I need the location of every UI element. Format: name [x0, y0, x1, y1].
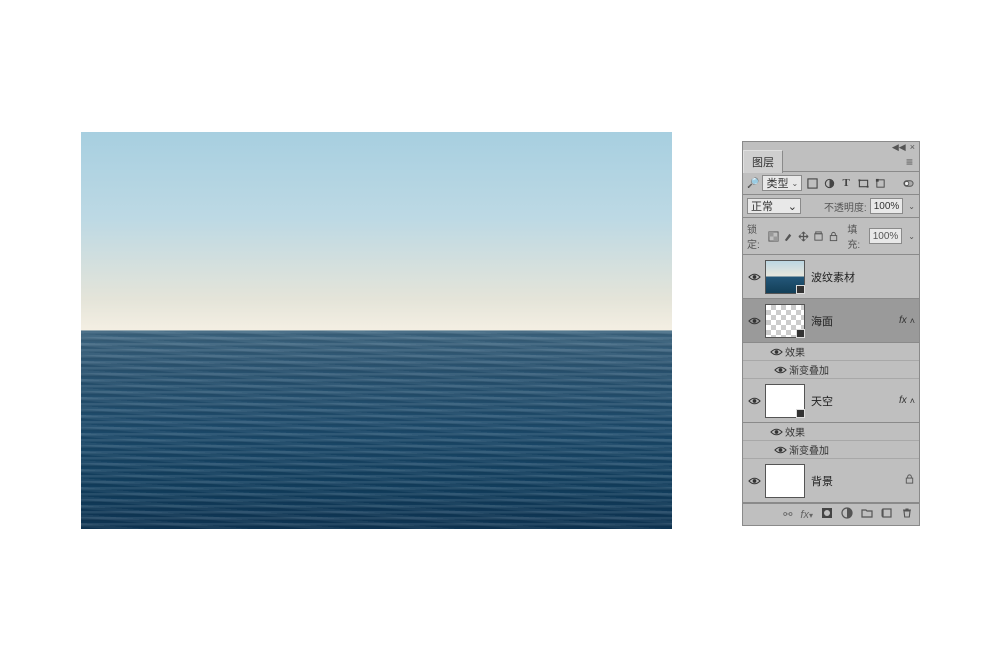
layer-name[interactable]: 波纹素材: [811, 269, 915, 285]
layer-row[interactable]: 波纹素材: [743, 255, 919, 299]
filter-toggle-icon[interactable]: [901, 176, 915, 190]
filter-row: 🔎 类型 ⌄ T: [743, 172, 919, 195]
layer-name[interactable]: 天空: [811, 393, 899, 409]
filter-kind-label: 类型: [766, 175, 788, 191]
fx-indicator[interactable]: fx: [899, 315, 907, 326]
visibility-toggle[interactable]: [745, 476, 763, 486]
chevron-down-icon[interactable]: ⌄: [908, 232, 915, 241]
visibility-toggle[interactable]: [771, 445, 789, 455]
lock-position-icon[interactable]: [798, 229, 809, 243]
visibility-toggle[interactable]: [745, 316, 763, 326]
filter-pixel-icon[interactable]: [805, 176, 819, 190]
lock-icon: [904, 473, 915, 488]
effect-name: 渐变叠加: [789, 362, 829, 377]
chevron-down-icon: ⌄: [788, 200, 797, 213]
chevron-up-icon[interactable]: ˄: [910, 316, 915, 326]
link-badge-icon: [796, 329, 805, 338]
layers-panel: ◀◀ × 图层 ≡ 🔎 类型 ⌄ T 正常: [742, 141, 920, 526]
water-texture: [81, 331, 672, 530]
fill-label: 填充:: [847, 221, 864, 251]
adjustment-button[interactable]: [841, 507, 853, 522]
blend-mode-label: 正常: [751, 198, 773, 214]
opacity-input[interactable]: 100%: [870, 198, 904, 214]
lock-artboard-icon[interactable]: [813, 229, 824, 243]
opacity-value: 100%: [874, 201, 900, 212]
chevron-up-icon[interactable]: ˄: [910, 396, 915, 406]
layer-row[interactable]: 天空 fx ˄: [743, 379, 919, 423]
opacity-label: 不透明度:: [824, 199, 867, 214]
layer-thumbnail[interactable]: [765, 260, 805, 294]
filter-shape-icon[interactable]: [856, 176, 870, 190]
visibility-toggle[interactable]: [745, 272, 763, 282]
layer-name[interactable]: 背景: [811, 473, 904, 489]
effect-row[interactable]: 渐变叠加: [743, 361, 919, 379]
fx-indicator[interactable]: fx: [899, 395, 907, 406]
layer-thumbnail[interactable]: [765, 304, 805, 338]
chevron-down-icon: ⌄: [791, 179, 798, 188]
tab-layers-label: 图层: [752, 157, 774, 169]
link-badge-icon: [796, 285, 805, 294]
link-layers-icon[interactable]: ⚯: [783, 508, 792, 521]
group-button[interactable]: [861, 507, 873, 522]
panel-menu-icon[interactable]: ≡: [900, 155, 919, 169]
delete-button[interactable]: [901, 507, 913, 522]
search-icon: 🔎: [747, 178, 759, 189]
lock-transparent-icon[interactable]: [768, 229, 779, 243]
effects-header-row[interactable]: 效果: [743, 423, 919, 441]
lock-row: 锁定: 填充: 100% ⌄: [743, 218, 919, 255]
fill-input[interactable]: 100%: [869, 228, 903, 244]
lock-label: 锁定:: [747, 221, 764, 251]
layer-list: 波纹素材 海面 fx ˄ 效果 渐变叠加: [743, 255, 919, 503]
collapse-icon[interactable]: ◀◀: [892, 142, 906, 153]
effects-label: 效果: [785, 344, 805, 359]
filter-smart-icon[interactable]: [873, 176, 887, 190]
panel-bottom-bar: ⚯ fx▾: [743, 503, 919, 525]
new-layer-button[interactable]: [881, 507, 893, 522]
effects-label: 效果: [785, 424, 805, 439]
chevron-down-icon[interactable]: ⌄: [908, 202, 915, 211]
lock-paint-icon[interactable]: [783, 229, 794, 243]
canvas[interactable]: [81, 132, 672, 529]
blend-row: 正常 ⌄ 不透明度: 100% ⌄: [743, 195, 919, 218]
filter-type-icon[interactable]: T: [839, 176, 853, 190]
visibility-toggle[interactable]: [767, 347, 785, 357]
link-badge-icon: [796, 409, 805, 418]
panel-tabs: 图层 ≡: [743, 152, 919, 172]
close-icon[interactable]: ×: [910, 142, 915, 152]
layer-row[interactable]: 海面 fx ˄: [743, 299, 919, 343]
layer-row[interactable]: 背景: [743, 459, 919, 503]
fill-value: 100%: [873, 231, 899, 242]
effects-header-row[interactable]: 效果: [743, 343, 919, 361]
effect-row[interactable]: 渐变叠加: [743, 441, 919, 459]
filter-kind-select[interactable]: 类型 ⌄: [762, 175, 802, 191]
layer-name[interactable]: 海面: [811, 313, 899, 329]
fx-button[interactable]: fx▾: [800, 509, 813, 521]
tab-layers[interactable]: 图层: [743, 150, 783, 173]
layer-thumbnail[interactable]: [765, 384, 805, 418]
visibility-toggle[interactable]: [771, 365, 789, 375]
layer-thumbnail[interactable]: [765, 464, 805, 498]
visibility-toggle[interactable]: [767, 427, 785, 437]
blend-mode-select[interactable]: 正常 ⌄: [747, 198, 801, 214]
mask-button[interactable]: [821, 507, 833, 522]
filter-adjust-icon[interactable]: [822, 176, 836, 190]
visibility-toggle[interactable]: [745, 396, 763, 406]
effect-name: 渐变叠加: [789, 442, 829, 457]
lock-all-icon[interactable]: [828, 229, 839, 243]
